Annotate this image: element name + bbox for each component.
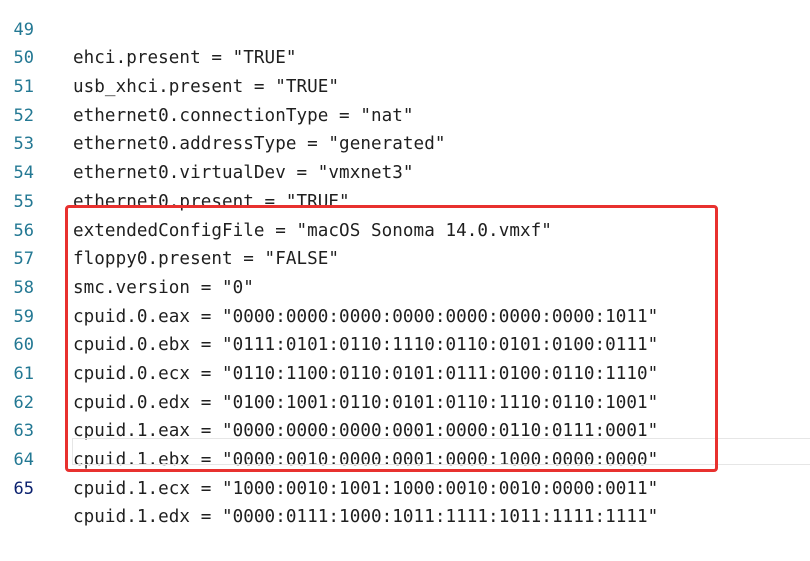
line-number: 65 [13, 478, 34, 499]
code-line-current[interactable]: 65 cpuid.1.edx = "0000:0111:1000:1011:11… [0, 446, 810, 528]
code-line[interactable]: 60 cpuid.0.ecx = "0110:1100:0110:0101:01… [0, 303, 810, 384]
code-line[interactable]: 61 cpuid.0.edx = "0100:1001:0110:0101:01… [0, 331, 810, 413]
code-line[interactable]: 49 ehci.present = "TRUE" [0, 0, 810, 69]
code-editor[interactable]: 49 ehci.present = "TRUE" 50 usb_xhci.pre… [0, 0, 810, 528]
code-line[interactable]: 64 cpuid.1.ecx = "1000:0010:1001:1000:00… [0, 417, 810, 499]
code-line[interactable]: 57 smc.version = "0" [0, 217, 810, 298]
code-line[interactable]: 58 cpuid.0.eax = "0000:0000:0000:0000:00… [0, 245, 810, 327]
line-text[interactable]: cpuid.1.ecx = "1000:0010:1001:1000:0010:… [73, 475, 658, 504]
code-line[interactable]: 63 cpuid.1.ebx = "0000:0010:0000:0001:00… [0, 389, 810, 470]
code-line[interactable]: 51 ethernet0.connectionType = "nat" [0, 44, 810, 126]
code-line[interactable]: 59 cpuid.0.ebx = "0111:0101:0110:1110:01… [0, 274, 810, 356]
code-line[interactable]: 50 usb_xhci.present = "TRUE" [0, 16, 810, 97]
code-line[interactable]: 62 cpuid.1.eax = "0000:0000:0000:0001:00… [0, 360, 810, 442]
line-text[interactable]: cpuid.1.edx = "0000:0111:1000:1011:1111:… [73, 503, 658, 532]
code-line[interactable]: 54 ethernet0.present = "TRUE" [0, 130, 810, 212]
code-line[interactable]: 52 ethernet0.addressType = "generated" [0, 73, 810, 155]
code-line[interactable]: 56 floppy0.present = "FALSE" [0, 188, 810, 270]
code-line[interactable]: 53 ethernet0.virtualDev = "vmxnet3" [0, 102, 810, 183]
code-line[interactable]: 55 extendedConfigFile = "macOS Sonoma 14… [0, 159, 810, 241]
